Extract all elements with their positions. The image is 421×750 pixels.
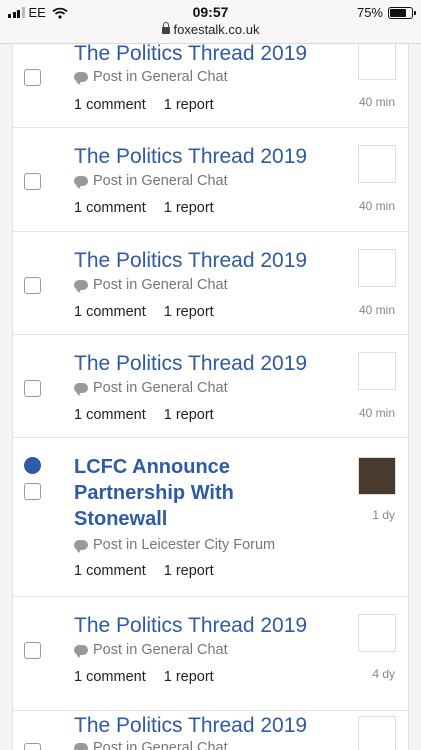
notification-stats: 1 comment 1 report <box>74 200 232 216</box>
report-count: 1 report <box>163 304 214 320</box>
avatar[interactable] <box>358 42 396 80</box>
comment-count: 1 comment <box>74 97 146 113</box>
notification-title[interactable]: The Politics Thread 2019 <box>74 351 344 377</box>
notification-location: Post in General Chat <box>74 740 228 750</box>
status-bar: EE 09:57 foxestalk.co.uk 75% <box>0 0 421 44</box>
notification-title[interactable]: The Politics Thread 2019 <box>74 41 344 67</box>
notification-location: Post in General Chat <box>74 642 228 658</box>
notification-location: Post in General Chat <box>74 380 228 396</box>
notification-title[interactable]: The Politics Thread 2019 <box>74 144 344 170</box>
avatar[interactable] <box>358 352 396 390</box>
battery-percent: 75% <box>356 5 383 20</box>
avatar[interactable] <box>358 614 396 652</box>
notification-title[interactable]: LCFC Announce Partnership With Stonewall <box>74 454 284 532</box>
comment-count: 1 comment <box>74 563 146 579</box>
notification-title[interactable]: The Politics Thread 2019 <box>74 713 344 739</box>
notification-stats: 1 comment 1 report <box>74 669 232 685</box>
notification-list: The Politics Thread 2019 Post in General… <box>0 25 421 750</box>
notification-age: 40 min <box>358 303 395 317</box>
report-count: 1 report <box>163 200 214 216</box>
speech-bubble-icon <box>74 645 88 658</box>
notification-location: Post in General Chat <box>74 277 228 293</box>
lock-icon <box>161 22 170 34</box>
unread-indicator <box>24 457 41 474</box>
notification-title[interactable]: The Politics Thread 2019 <box>74 248 344 274</box>
notification-row[interactable]: The Politics Thread 2019 Post in General… <box>12 335 409 438</box>
select-checkbox[interactable] <box>24 173 41 190</box>
avatar[interactable] <box>358 145 396 183</box>
notification-row-unread[interactable]: LCFC Announce Partnership With Stonewall… <box>12 438 409 597</box>
speech-bubble-icon <box>74 72 88 85</box>
notification-location: Post in General Chat <box>74 69 228 85</box>
notification-stats: 1 comment 1 report <box>74 563 232 579</box>
report-count: 1 report <box>163 563 214 579</box>
report-count: 1 report <box>163 97 214 113</box>
avatar[interactable] <box>358 457 396 495</box>
notification-location: Post in Leicester City Forum <box>74 537 275 553</box>
speech-bubble-icon <box>74 383 88 396</box>
comment-count: 1 comment <box>74 407 146 423</box>
avatar[interactable] <box>358 716 396 750</box>
notification-stats: 1 comment 1 report <box>74 304 232 320</box>
report-count: 1 report <box>163 669 214 685</box>
speech-bubble-icon <box>74 540 88 553</box>
notification-stats: 1 comment 1 report <box>74 407 232 423</box>
select-checkbox[interactable] <box>24 483 41 500</box>
address-bar[interactable]: foxestalk.co.uk <box>0 22 421 37</box>
speech-bubble-icon <box>74 743 88 750</box>
url-text: foxestalk.co.uk <box>173 22 260 37</box>
notification-row[interactable]: The Politics Thread 2019 Post in General… <box>12 711 409 750</box>
speech-bubble-icon <box>74 176 88 189</box>
notification-age: 40 min <box>358 199 395 213</box>
report-count: 1 report <box>163 407 214 423</box>
battery-icon <box>388 6 416 19</box>
notification-age: 1 dy <box>372 508 395 522</box>
notification-title[interactable]: The Politics Thread 2019 <box>74 613 344 639</box>
notification-location: Post in General Chat <box>74 173 228 189</box>
notification-stats: 1 comment 1 report <box>74 97 232 113</box>
notification-age: 40 min <box>358 406 395 420</box>
select-checkbox[interactable] <box>24 380 41 397</box>
notification-row[interactable]: The Politics Thread 2019 Post in General… <box>12 128 409 232</box>
select-checkbox[interactable] <box>24 642 41 659</box>
comment-count: 1 comment <box>74 669 146 685</box>
notification-age: 4 dy <box>372 667 395 681</box>
status-right: 75% <box>356 5 416 20</box>
select-checkbox[interactable] <box>24 277 41 294</box>
notification-row[interactable]: The Politics Thread 2019 Post in General… <box>12 597 409 711</box>
comment-count: 1 comment <box>74 200 146 216</box>
notification-age: 40 min <box>358 95 395 109</box>
notification-row[interactable]: The Politics Thread 2019 Post in General… <box>12 232 409 335</box>
speech-bubble-icon <box>74 280 88 293</box>
avatar[interactable] <box>358 249 396 287</box>
select-checkbox[interactable] <box>24 743 41 750</box>
comment-count: 1 comment <box>74 304 146 320</box>
select-checkbox[interactable] <box>24 69 41 86</box>
